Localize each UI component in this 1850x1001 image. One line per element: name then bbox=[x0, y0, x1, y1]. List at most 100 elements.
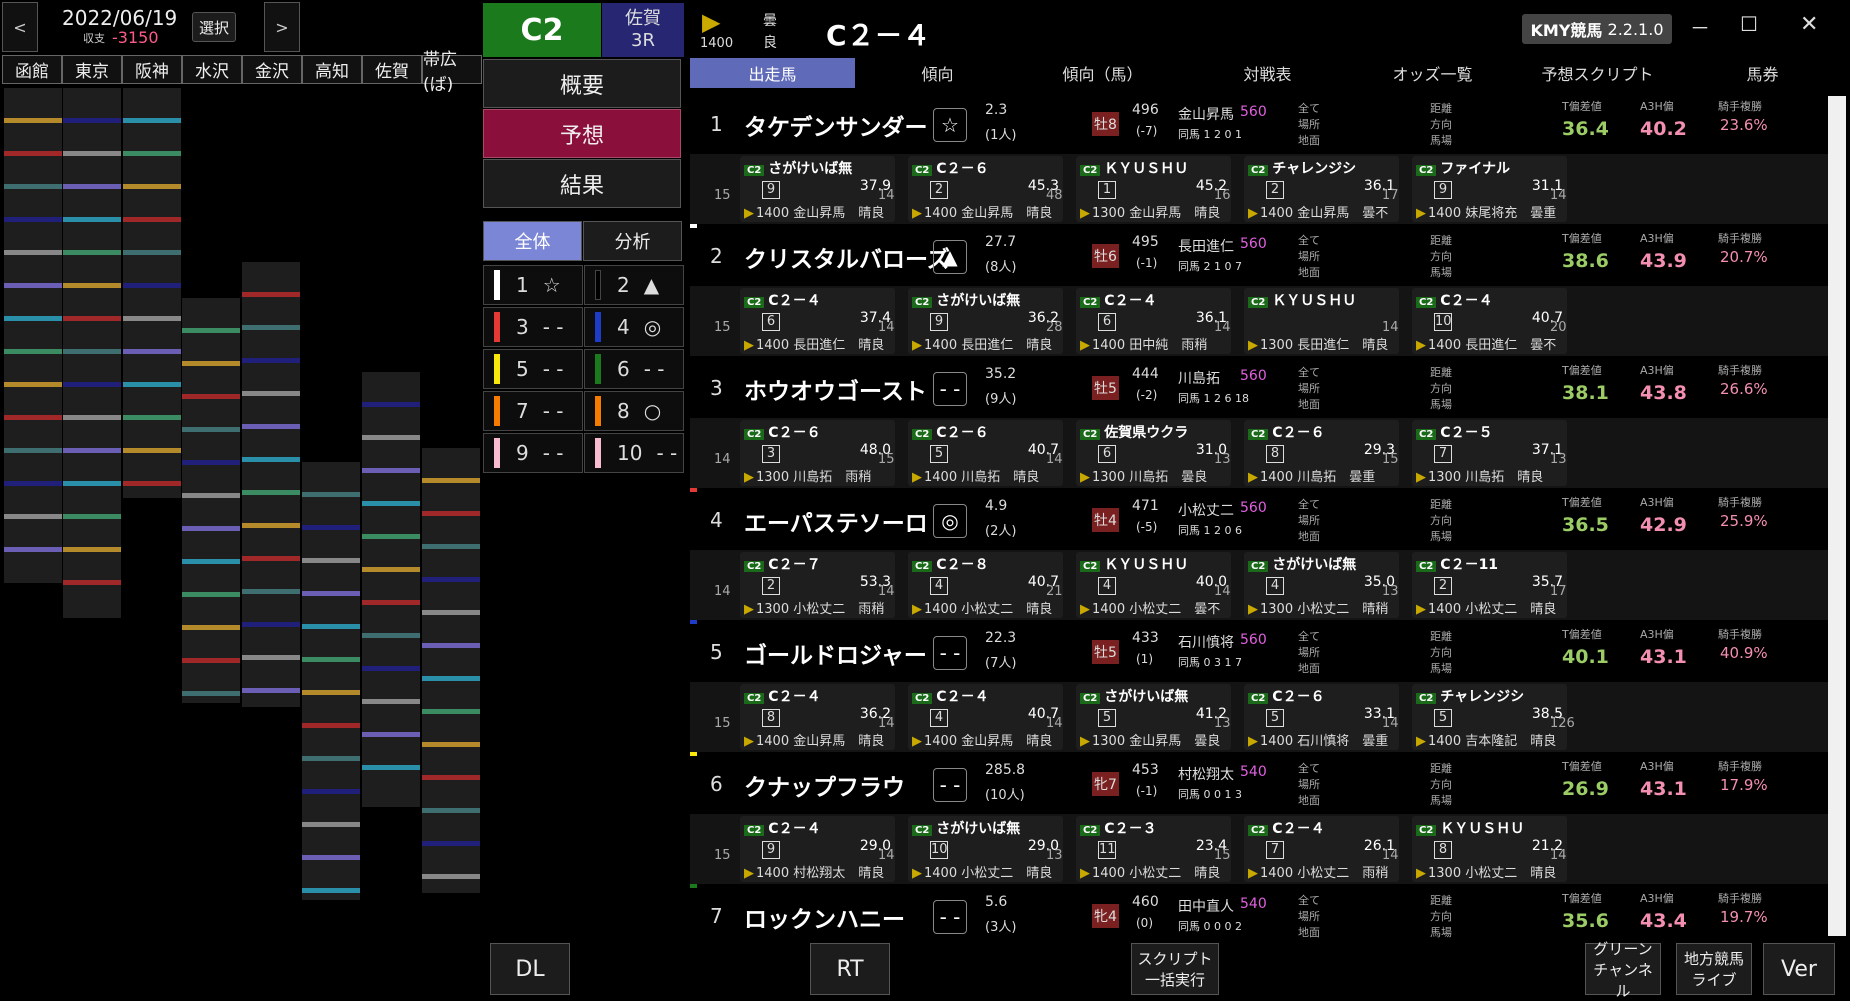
maximize-button[interactable]: ☐ bbox=[1740, 12, 1758, 36]
race-class-bar[interactable] bbox=[123, 217, 181, 222]
race-class-bar[interactable] bbox=[242, 424, 300, 429]
race-class-bar[interactable] bbox=[4, 316, 62, 321]
race-class-bar[interactable] bbox=[422, 874, 480, 879]
race-class-bar[interactable] bbox=[422, 643, 480, 648]
venue-tab[interactable]: 佐賀 bbox=[362, 55, 422, 84]
race-class-bar[interactable] bbox=[4, 448, 62, 453]
rt-button[interactable]: RT bbox=[810, 943, 890, 995]
local-keiba-live-button[interactable]: 地方競馬 ライブ bbox=[1676, 943, 1752, 995]
race-class-bar[interactable] bbox=[242, 292, 300, 297]
past-race-card[interactable]: C2 C２－４ 6 37.4 ▶ 1400 長田進仁 晴良 bbox=[740, 288, 895, 354]
race-class-bar[interactable] bbox=[362, 600, 420, 605]
race-class-bar[interactable] bbox=[242, 325, 300, 330]
tab-6[interactable]: 馬券 bbox=[1680, 58, 1845, 88]
race-class-bar[interactable] bbox=[302, 855, 360, 860]
race-class-bar[interactable] bbox=[4, 250, 62, 255]
past-race-card[interactable]: C2 C２－４ 9 29.0 ▶ 1400 村松翔太 晴良 bbox=[740, 816, 895, 882]
race-class-bar[interactable] bbox=[182, 328, 240, 333]
race-class-bar[interactable] bbox=[242, 358, 300, 363]
race-class-bar[interactable] bbox=[362, 732, 420, 737]
past-race-card[interactable]: C2 C２－８ 4 40.7 ▶ 1400 小松丈二 晴良 bbox=[908, 552, 1063, 618]
tab-2[interactable]: 傾向（馬） bbox=[1020, 58, 1185, 88]
race-class-bar[interactable] bbox=[63, 151, 121, 156]
past-race-card[interactable]: C2 ＫＹＵＳＨＵ 4 40.0 ▶ 1400 小松丈二 曇不 bbox=[1076, 552, 1231, 618]
race-class-bar[interactable] bbox=[123, 118, 181, 123]
race-class-bar[interactable] bbox=[362, 633, 420, 638]
race-class-bar[interactable] bbox=[362, 501, 420, 506]
mark-entry[interactable]: 1 ☆ bbox=[483, 265, 583, 305]
race-class-bar[interactable] bbox=[302, 558, 360, 563]
past-race-card[interactable]: C2 さがけいば無 4 35.0 ▶ 1300 小松丈二 晴稍 bbox=[1244, 552, 1399, 618]
race-class-bar[interactable] bbox=[123, 283, 181, 288]
race-class-bar[interactable] bbox=[242, 556, 300, 561]
race-class-bar[interactable] bbox=[362, 402, 420, 407]
race-class-bar[interactable] bbox=[63, 217, 121, 222]
race-class-bar[interactable] bbox=[422, 775, 480, 780]
race-class-bar[interactable] bbox=[4, 415, 62, 420]
race-class-bar[interactable] bbox=[4, 547, 62, 552]
past-race-card[interactable]: C2 チャレンジシ 2 36.1 ▶ 1400 金山昇馬 曇不 bbox=[1244, 156, 1399, 222]
past-race-card[interactable]: C2 C２－５ 7 37.1 ▶ 1300 川島拓 晴良 bbox=[1412, 420, 1567, 486]
race-class-bar[interactable] bbox=[422, 841, 480, 846]
past-race-card[interactable]: C2 チャレンジシ 5 38.5 ▶ 1400 吉本隆記 晴良 bbox=[1412, 684, 1567, 750]
past-race-card[interactable]: C2 ＫＹＵＳＨＵ 1 45.2 ▶ 1300 金山昇馬 晴良 bbox=[1076, 156, 1231, 222]
venue-tab[interactable]: 函館 bbox=[2, 55, 62, 84]
next-day-button[interactable]: > bbox=[264, 2, 300, 52]
result-button[interactable]: 結果 bbox=[483, 159, 681, 208]
mark-entry[interactable]: 10 - - bbox=[584, 433, 684, 473]
past-race-card[interactable]: C2 さがけいば無 9 36.2 ▶ 1400 長田進仁 晴良 bbox=[908, 288, 1063, 354]
race-class-bar[interactable] bbox=[422, 577, 480, 582]
race-class-bar[interactable] bbox=[422, 478, 480, 483]
race-class-bar[interactable] bbox=[182, 625, 240, 630]
race-class-bar[interactable] bbox=[63, 349, 121, 354]
race-class-bar[interactable] bbox=[63, 184, 121, 189]
venue-tab[interactable]: 水沢 bbox=[182, 55, 242, 84]
race-class-bar[interactable] bbox=[242, 622, 300, 627]
race-class-bar[interactable] bbox=[242, 523, 300, 528]
predict-button[interactable]: 予想 bbox=[483, 109, 681, 158]
select-button[interactable]: 選択 bbox=[192, 12, 236, 42]
race-class-bar[interactable] bbox=[422, 610, 480, 615]
race-class-bar[interactable] bbox=[4, 151, 62, 156]
past-race-card[interactable]: C2 C２－６ 5 33.1 ▶ 1400 石川慎将 曇重 bbox=[1244, 684, 1399, 750]
race-class-bar[interactable] bbox=[63, 118, 121, 123]
past-race-card[interactable]: C2 C２－３ 11 23.4 ▶ 1400 小松丈二 晴良 bbox=[1076, 816, 1231, 882]
past-race-card[interactable]: C2 C２－６ 8 29.3 ▶ 1400 川島拓 曇重 bbox=[1244, 420, 1399, 486]
past-race-card[interactable]: C2 C２－４ 4 40.7 ▶ 1400 金山昇馬 晴良 bbox=[908, 684, 1063, 750]
race-class-bar[interactable] bbox=[362, 567, 420, 572]
prev-day-button[interactable]: < bbox=[2, 2, 38, 52]
mark-entry[interactable]: 4 ◎ bbox=[584, 307, 684, 347]
past-race-card[interactable]: C2 C２－７ 2 53.3 ▶ 1300 小松丈二 雨稍 bbox=[740, 552, 895, 618]
race-class-bar[interactable] bbox=[4, 349, 62, 354]
race-class-bar[interactable] bbox=[63, 481, 121, 486]
race-class-bar[interactable] bbox=[302, 822, 360, 827]
past-race-card[interactable]: C2 C２－４ 8 36.2 ▶ 1400 金山昇馬 晴良 bbox=[740, 684, 895, 750]
past-race-card[interactable]: C2 ＫＹＵＳＨＵ 8 21.2 ▶ 1300 小松丈二 晴良 bbox=[1412, 816, 1567, 882]
past-race-card[interactable]: C2 C２－６ 3 48.0 ▶ 1300 川島拓 雨稍 bbox=[740, 420, 895, 486]
past-race-card[interactable]: C2 佐賀県ウクラ 6 31.0 ▶ 1300 川島拓 曇良 bbox=[1076, 420, 1231, 486]
race-class-bar[interactable] bbox=[63, 448, 121, 453]
script-run-button[interactable]: スクリプト 一括実行 bbox=[1131, 943, 1219, 995]
horse-row[interactable]: 5 ゴールドロジャー - - 22.3 (7人) 牡5 433 (1) 石川慎将 560 同馬 0 … bbox=[690, 624, 1828, 756]
race-class-bar[interactable] bbox=[63, 415, 121, 420]
horse-row[interactable]: 3 ホウオウゴースト - - 35.2 (9人) 牡5 444 (-2) 川島拓 560 同馬 1 … bbox=[690, 360, 1828, 492]
race-class-bar[interactable] bbox=[4, 514, 62, 519]
tab-analysis[interactable]: 分析 bbox=[583, 221, 682, 261]
past-race-card[interactable]: C2 C２－４ 10 40.7 ▶ 1400 長田進仁 曇不 bbox=[1412, 288, 1567, 354]
race-class-bar[interactable] bbox=[182, 361, 240, 366]
mark-entry[interactable]: 6 - - bbox=[584, 349, 684, 389]
mark-entry[interactable]: 8 ○ bbox=[584, 391, 684, 431]
race-class-bar[interactable] bbox=[362, 534, 420, 539]
race-class-bar[interactable] bbox=[422, 709, 480, 714]
tab-all[interactable]: 全体 bbox=[483, 221, 582, 261]
race-class-bar[interactable] bbox=[422, 808, 480, 813]
race-class-bar[interactable] bbox=[4, 283, 62, 288]
past-race-card[interactable]: C2 ＫＹＵＳＨＵ ▶ 1300 長田進仁 晴良 bbox=[1244, 288, 1399, 354]
race-class-bar[interactable] bbox=[123, 184, 181, 189]
race-class-bar[interactable] bbox=[242, 589, 300, 594]
past-race-card[interactable]: C2 C２－６ 2 45.3 ▶ 1400 金山昇馬 晴良 bbox=[908, 156, 1063, 222]
race-class-bar[interactable] bbox=[302, 657, 360, 662]
race-class-bar[interactable] bbox=[4, 382, 62, 387]
dl-button[interactable]: DL bbox=[490, 943, 570, 995]
race-class-bar[interactable] bbox=[302, 690, 360, 695]
